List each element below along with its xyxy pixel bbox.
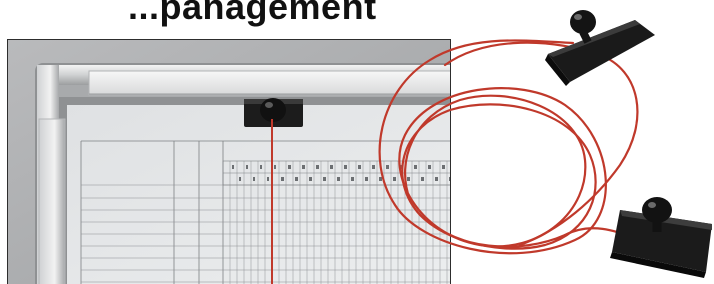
magnetic-holder-loose-bottom	[610, 197, 712, 278]
cord-scene	[378, 10, 712, 278]
magnetic-holder-loose-top	[545, 10, 655, 86]
